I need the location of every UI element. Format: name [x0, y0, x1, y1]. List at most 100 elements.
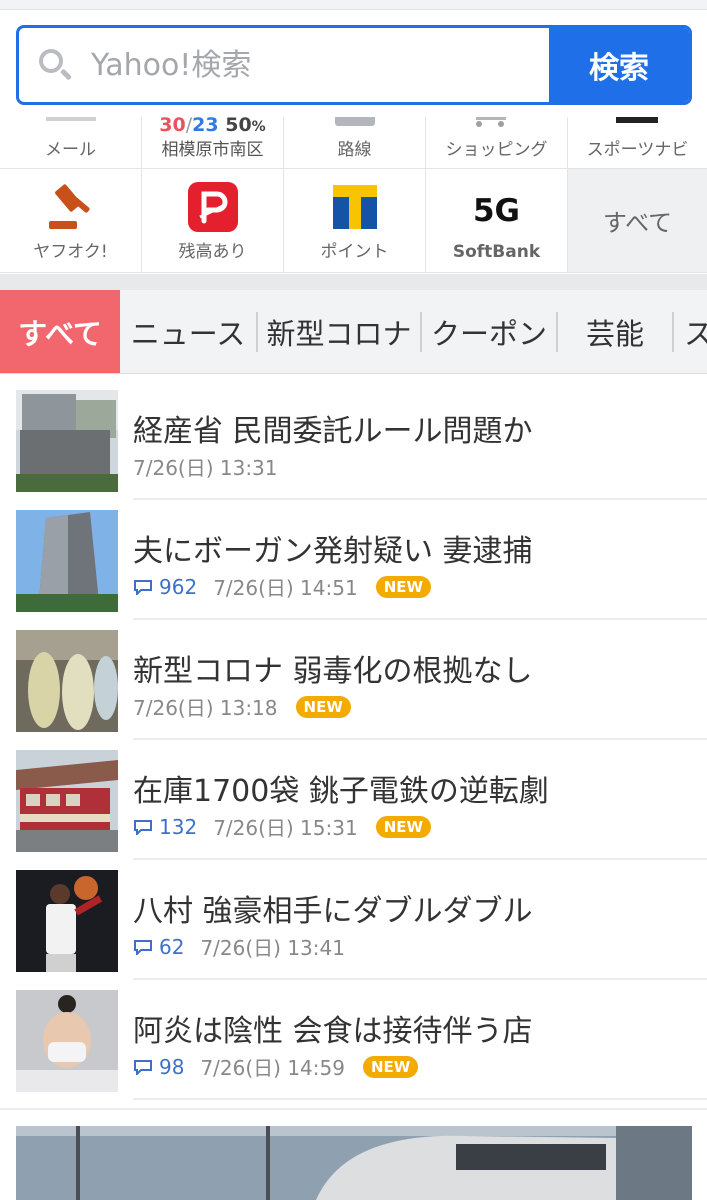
news-thumbnail: [16, 990, 118, 1092]
5g-icon: 5G: [472, 193, 520, 229]
news-meta: 7/26(日) 13:31: [133, 452, 278, 481]
service-label: メール: [45, 140, 96, 160]
tpoint-icon: [332, 185, 377, 229]
news-date: 7/26(日) 14:59: [200, 1056, 345, 1080]
cart-wheel-right: [498, 121, 504, 127]
tab-news[interactable]: ニュース: [120, 290, 256, 373]
news-item[interactable]: 夫にボーガン発射疑い 妻逮捕 962 7/26(日) 14:51 NEW: [0, 500, 707, 620]
sports-icon: [616, 117, 658, 123]
service-label: 残高あり: [178, 242, 247, 262]
train-icon: [335, 117, 375, 126]
comment-icon: [134, 939, 152, 955]
news-meta: 7/26(日) 13:18 NEW: [133, 692, 351, 721]
news-title: 夫にボーガン発射疑い 妻逮捕: [133, 534, 533, 569]
service-label: SoftBank: [452, 242, 541, 262]
news-list: 経産省 民間委託ルール問題か 7/26(日) 13:31 夫にボーガン発射疑い …: [0, 380, 707, 1100]
service-label: すべて: [602, 209, 673, 237]
mail-icon: [46, 117, 96, 121]
cart-wheel-left: [476, 121, 482, 127]
service-paypay[interactable]: 残高あり: [142, 169, 284, 272]
comment-count[interactable]: 132: [133, 815, 197, 839]
weather-precip-unit: %: [251, 119, 266, 135]
tab-entertainment[interactable]: 芸能: [558, 290, 672, 373]
search-bar: 検索: [16, 25, 692, 105]
service-mail[interactable]: メール: [0, 117, 142, 168]
service-auction[interactable]: ヤフオク!: [0, 169, 142, 272]
comment-number: 98: [159, 1054, 185, 1079]
service-shopping[interactable]: ショッピング: [426, 117, 568, 168]
service-route[interactable]: 路線: [284, 117, 426, 168]
section-divider: [0, 1108, 707, 1110]
service-softbank[interactable]: 5G SoftBank: [426, 169, 568, 272]
comment-number: 132: [159, 814, 198, 839]
weather-location: 相模原市南区: [161, 140, 264, 160]
service-tpoint[interactable]: ポイント: [284, 169, 426, 272]
tab-covid[interactable]: 新型コロナ: [258, 290, 420, 373]
news-title: 在庫1700袋 銚子電鉄の逆転劇: [133, 774, 549, 809]
news-thumbnail: [16, 390, 118, 492]
search-button[interactable]: 検索: [549, 28, 689, 102]
news-date: 7/26(日) 13:18: [133, 696, 278, 720]
service-row-2: ヤフオク! 残高あり ポイント 5G SoftBank すべて: [0, 169, 707, 273]
tab-coupon[interactable]: クーポン: [422, 290, 556, 373]
service-label: ポイント: [320, 242, 389, 262]
tab-all[interactable]: すべて: [0, 290, 120, 373]
comment-count[interactable]: 962: [133, 575, 197, 599]
news-meta: 132 7/26(日) 15:31 NEW: [133, 812, 432, 841]
weather-low-temp: 23: [192, 117, 219, 136]
new-badge: NEW: [295, 695, 351, 718]
new-badge: NEW: [375, 815, 432, 838]
cart-icon: [476, 117, 506, 120]
news-thumbnail: [16, 630, 118, 732]
news-date: 7/26(日) 13:31: [133, 456, 278, 480]
news-title: 経産省 民間委託ルール問題か: [133, 414, 533, 449]
news-meta: 962 7/26(日) 14:51 NEW: [133, 572, 432, 601]
search-input[interactable]: [91, 47, 511, 83]
weather-readout: 30/23 50%: [142, 117, 283, 136]
service-label: スポーツナビ: [586, 140, 689, 160]
service-weather[interactable]: 30/23 50% 相模原市南区: [142, 117, 284, 168]
news-tab-bar: すべて ニュース 新型コロナ クーポン 芸能 ス: [0, 290, 707, 374]
comment-count[interactable]: 62: [133, 935, 184, 959]
news-item[interactable]: 新型コロナ 弱毒化の根拠なし 7/26(日) 13:18 NEW: [0, 620, 707, 740]
news-item[interactable]: 阿炎は陰性 会食は接待伴う店 98 7/26(日) 14:59 NEW: [0, 980, 707, 1100]
comment-count[interactable]: 98: [133, 1055, 184, 1079]
weather-precip: 50: [225, 117, 252, 136]
news-title: 八村 強豪相手にダブルダブル: [133, 894, 533, 929]
service-row-1: メール 30/23 50% 相模原市南区 路線 ショッピング スポーツナビ: [0, 117, 707, 169]
featured-banner-image[interactable]: [16, 1126, 692, 1200]
news-item[interactable]: 経産省 民間委託ルール問題か 7/26(日) 13:31: [0, 380, 707, 500]
service-label: 路線: [337, 140, 372, 160]
news-date: 7/26(日) 13:41: [200, 936, 345, 960]
news-meta: 62 7/26(日) 13:41: [133, 932, 345, 961]
service-label: ヤフオク!: [33, 242, 108, 262]
news-date: 7/26(日) 15:31: [213, 816, 358, 840]
news-thumbnail: [16, 870, 118, 972]
top-status-strip: [0, 0, 707, 10]
service-label: ショッピング: [445, 140, 548, 160]
news-meta: 98 7/26(日) 14:59 NEW: [133, 1052, 419, 1081]
service-grid: メール 30/23 50% 相模原市南区 路線 ショッピング スポーツナビ ヤフ…: [0, 117, 707, 273]
news-item[interactable]: 在庫1700袋 銚子電鉄の逆転劇 132 7/26(日) 15:31 NEW: [0, 740, 707, 860]
news-title: 阿炎は陰性 会食は接待伴う店: [133, 1014, 533, 1049]
paypay-icon: [187, 182, 238, 232]
tab-sports-partial[interactable]: ス: [674, 290, 707, 373]
service-all-button[interactable]: すべて: [568, 169, 707, 272]
section-gap: [0, 274, 707, 290]
news-item[interactable]: 八村 強豪相手にダブルダブル 62 7/26(日) 13:41: [0, 860, 707, 980]
weather-high-temp: 30: [159, 117, 186, 136]
comment-icon: [134, 579, 152, 595]
search-field[interactable]: [19, 28, 549, 102]
news-title: 新型コロナ 弱毒化の根拠なし: [133, 654, 533, 689]
news-thumbnail: [16, 510, 118, 612]
comment-number: 962: [159, 574, 198, 599]
comment-icon: [134, 819, 152, 835]
comment-number: 62: [159, 934, 185, 959]
new-badge: NEW: [362, 1055, 419, 1078]
news-date: 7/26(日) 14:51: [213, 576, 358, 600]
search-icon: [37, 47, 73, 83]
service-sports[interactable]: スポーツナビ: [568, 117, 707, 168]
news-thumbnail: [16, 750, 118, 852]
auction-gavel-icon: [48, 184, 90, 229]
new-badge: NEW: [375, 575, 432, 598]
